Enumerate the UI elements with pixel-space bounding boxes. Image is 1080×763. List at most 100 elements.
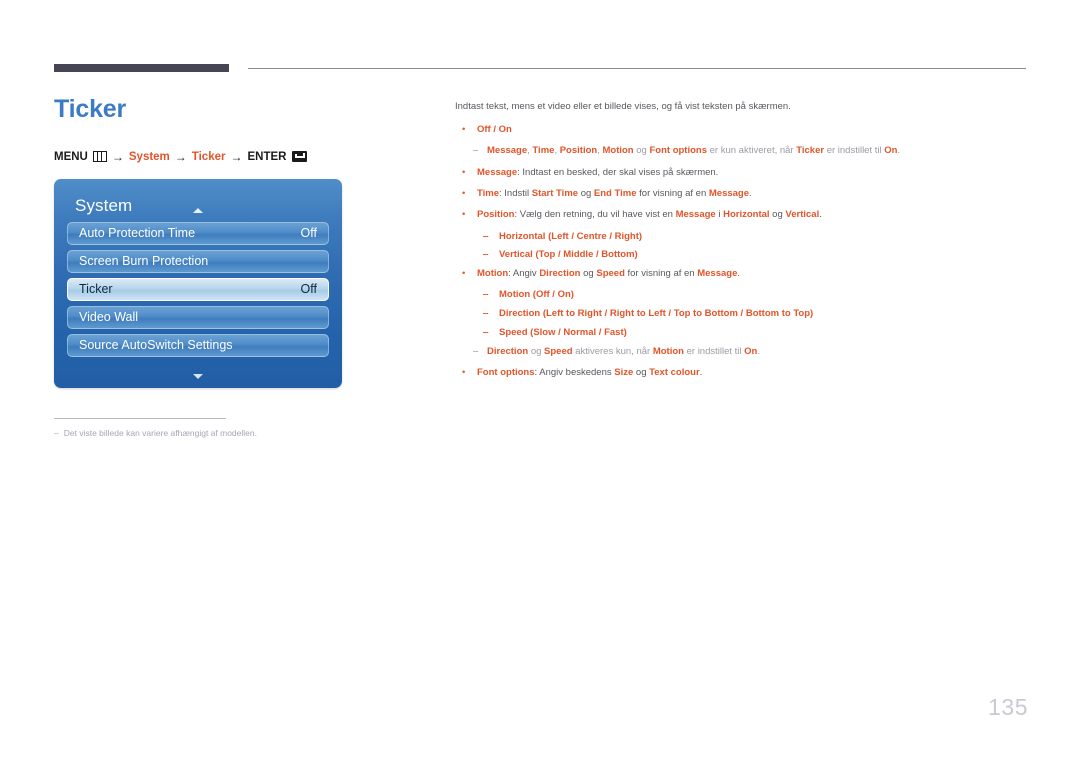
body-text: aktiveres kun, når (572, 345, 653, 357)
keyword-text: Left to Right (546, 308, 602, 320)
list-item: ‒ Motion (Off / On) (477, 288, 1035, 302)
body-text: er indstillet til (683, 345, 745, 357)
keyword-text: / (737, 308, 746, 320)
keyword-text: Message (477, 166, 518, 178)
keyword-text: / (665, 308, 674, 320)
footnote-text: Det viste billede kan variere afhængigt … (63, 428, 257, 438)
keyword-text: On (884, 145, 898, 157)
osd-row-value: Off (300, 282, 317, 296)
dash-icon: ‒ (483, 326, 489, 338)
list-item: • Font options: Angiv beskedens Size og T… (455, 366, 1035, 380)
osd-row[interactable]: Source AutoSwitch Settings (67, 333, 329, 357)
keyword-text: Direction (539, 268, 581, 280)
breadcrumb-arrow-3: → (230, 149, 243, 164)
list-item-text: Off / On (477, 123, 1035, 137)
keyword-text: Centre (576, 230, 607, 242)
keyword-text: / (568, 230, 577, 242)
right-column: Indtast tekst, mens et video eller et bi… (455, 100, 1035, 388)
left-column: Ticker MENU → System → Ticker → ENTER Sy… (54, 95, 414, 388)
osd-row[interactable]: Ticker Off (67, 277, 329, 301)
list-item-text: Time: Indstil Start Time og End Time for… (477, 187, 1035, 201)
keyword-text: Text colour (649, 367, 700, 379)
dash-icon: ‒ (483, 308, 489, 320)
caret-down-icon[interactable] (193, 373, 203, 379)
keyword-text: Start Time (531, 188, 579, 200)
osd-row-list: Auto Protection Time Off Screen Burn Prote… (63, 221, 333, 357)
menu-label: MENU (54, 150, 88, 163)
bullet-icon: • (462, 123, 466, 135)
body-text: : Angiv beskedens (534, 367, 615, 379)
keyword-text: ) (634, 249, 638, 261)
osd-row[interactable]: Auto Protection Time Off (67, 221, 329, 245)
enter-label: ENTER (247, 150, 287, 163)
osd-title-bar: System (63, 188, 333, 222)
keyword-text: Top to Bottom (673, 308, 738, 320)
list-item-text: Motion: Angiv Direction og Speed for vis… (477, 267, 1035, 281)
keyword-text: Normal (563, 326, 597, 338)
keyword-text: Fast (604, 326, 624, 338)
list-item: • Message: Indtast en besked, der skal vi… (455, 166, 1035, 180)
caret-up-icon[interactable] (193, 207, 203, 213)
list-item-text: Position: Vælg den retning, du vil have … (477, 208, 1035, 222)
body-text: og (528, 345, 545, 357)
manual-page: Ticker MENU → System → Ticker → ENTER Sy… (0, 0, 1080, 763)
keyword-text: On (557, 289, 571, 301)
osd-title-text: System (75, 195, 133, 215)
dash-icon: ‒ (473, 345, 479, 357)
list-item-text: Motion (Off / On) (499, 288, 1035, 302)
keyword-text: Time (532, 145, 555, 157)
body-text: for visning af en (624, 268, 698, 280)
footnote: ‒ Det viste billede kan variere afhængig… (54, 428, 414, 440)
bullet-icon: • (462, 188, 466, 200)
keyword-text: Speed (544, 345, 573, 357)
header-accent-bar (54, 64, 229, 72)
keyword-text: Top (538, 249, 556, 261)
list-item-text: Message: Indtast en besked, der skal vis… (477, 166, 1035, 180)
keyword-text: Direction (499, 308, 541, 320)
keyword-text: Bottom to Top (745, 308, 811, 320)
list-item: ‒ Direction (Left to Right / Right to Lef… (477, 307, 1035, 321)
dash-icon: ‒ (473, 145, 479, 157)
osd-row[interactable]: Video Wall (67, 305, 329, 329)
body-text: og (580, 268, 597, 280)
keyword-text: / (549, 289, 558, 301)
body-text: : Indstil (499, 188, 532, 200)
osd-row-label: Auto Protection Time (79, 226, 196, 240)
list-item-text: Font options: Angiv beskedens Size og Te… (477, 366, 1035, 380)
list-item: • Time: Indstil Start Time og End Time fo… (455, 187, 1035, 201)
osd-row-label: Video Wall (79, 310, 139, 324)
keyword-text: Motion (477, 268, 509, 280)
osd-row-label: Ticker (79, 282, 113, 296)
list-item-text: Vertical (Top / Middle / Bottom) (499, 248, 1035, 262)
keyword-text: Motion (499, 289, 531, 301)
body-text: for visning af en (636, 188, 709, 200)
breadcrumb-arrow-2: → (174, 149, 187, 164)
body-text: og (633, 367, 650, 379)
list-item: • Off / On (455, 123, 1035, 137)
keyword-text: On (744, 345, 758, 357)
keyword-text: ) (638, 230, 643, 242)
keyword-text: Right (614, 230, 639, 242)
body-text: : Vælg den retning, du vil have vist en (514, 209, 676, 221)
body-text: i (715, 209, 724, 221)
body-text: er indstillet til (824, 145, 885, 157)
keyword-text: Horizontal (723, 209, 770, 221)
keyword-text: End Time (593, 188, 637, 200)
list-item-text: Direction (Left to Right / Right to Left… (499, 307, 1035, 321)
body-text: og (769, 209, 786, 221)
osd-row[interactable]: Screen Burn Protection (67, 249, 329, 273)
keyword-text: Font options (477, 367, 535, 379)
body-text: . (699, 367, 703, 379)
body-text: . (757, 345, 760, 357)
footnote-dash: ‒ (54, 428, 59, 438)
menu-breadcrumb: MENU → System → Ticker → ENTER (54, 150, 414, 164)
body-text: : Indtast en besked, der skal vises på s… (517, 166, 719, 178)
keyword-text: Message (487, 145, 528, 157)
list-item: ‒ Horizontal (Left / Centre / Right) (477, 230, 1035, 244)
intro-paragraph: Indtast tekst, mens et video eller et bi… (455, 101, 791, 112)
keyword-text: ) (810, 308, 814, 320)
keyword-text: Message (675, 209, 716, 221)
bullet-icon: • (462, 166, 466, 178)
keyword-text: Message (708, 188, 750, 200)
keyword-text: Speed (499, 326, 528, 338)
